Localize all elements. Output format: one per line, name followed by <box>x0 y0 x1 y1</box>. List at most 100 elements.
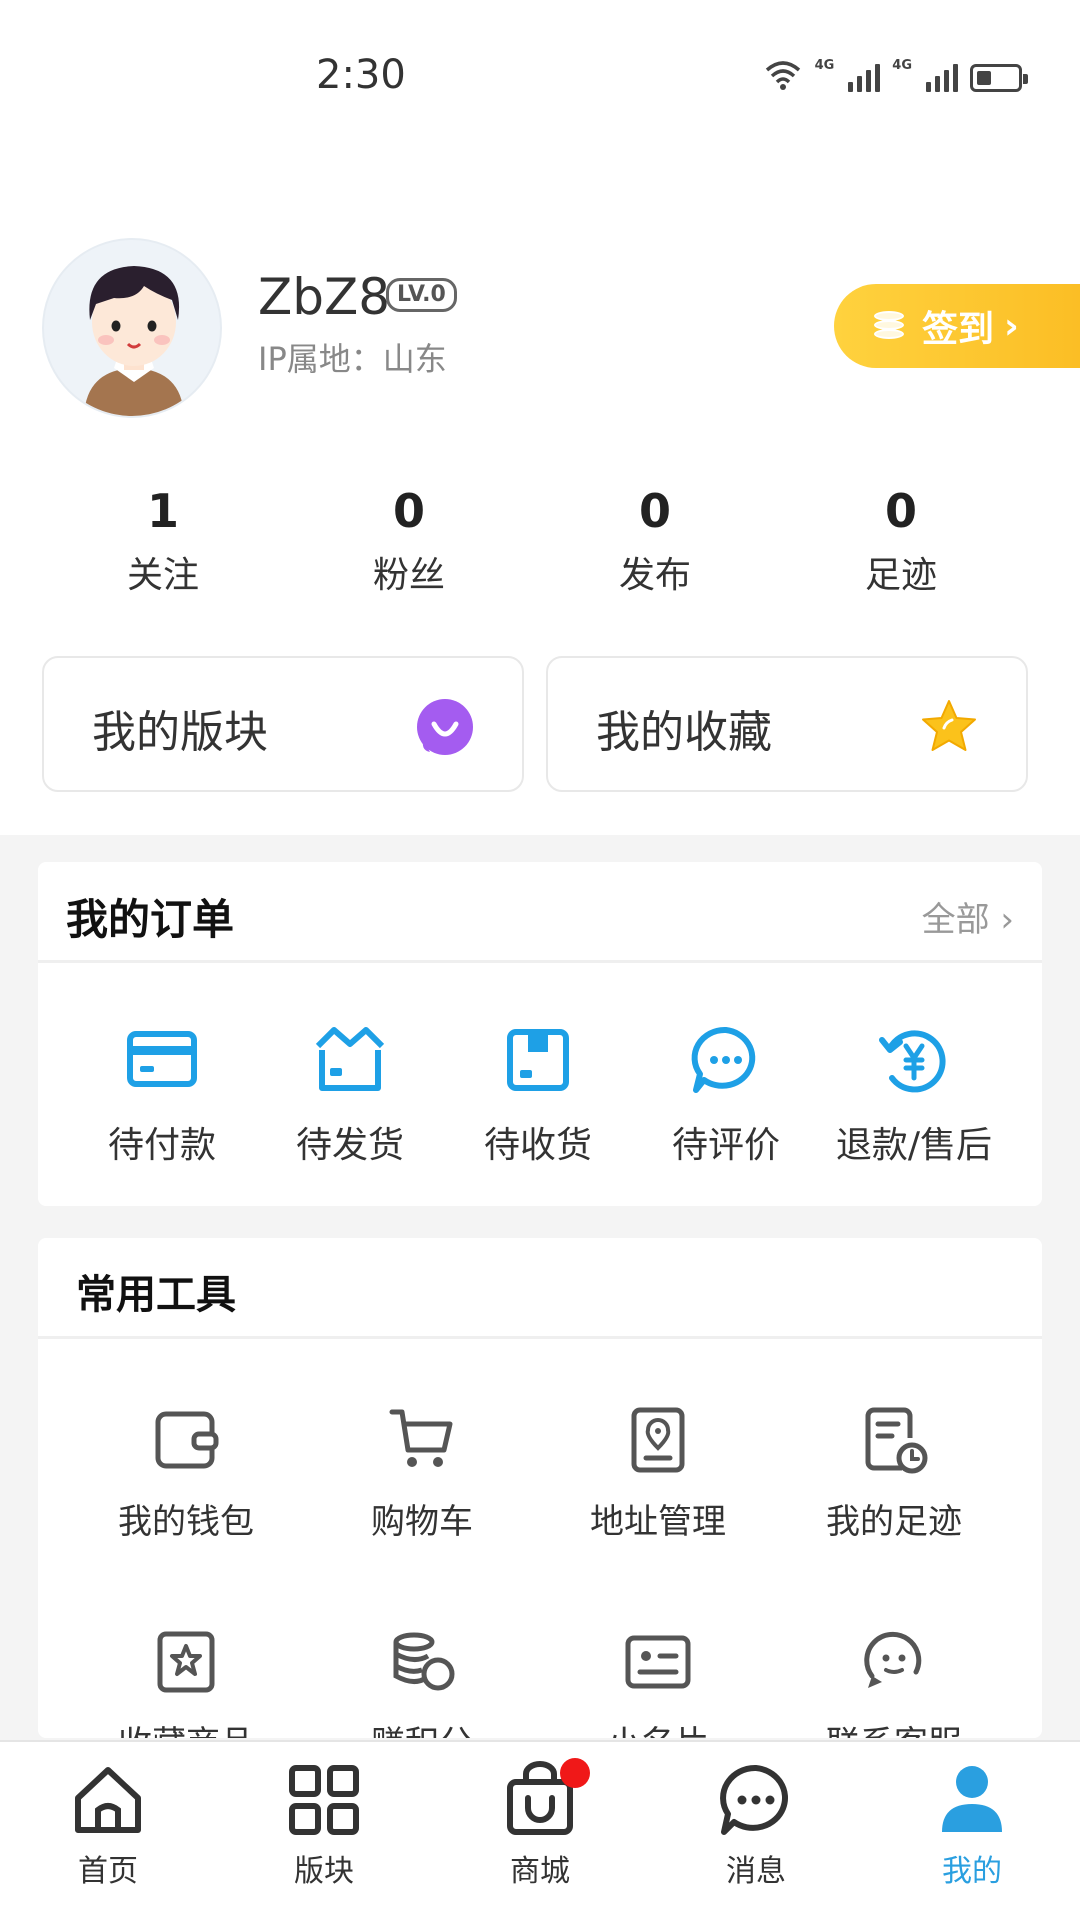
stat-fans[interactable]: 0 粉丝 <box>286 484 532 596</box>
ip-location: IP属地：山东 <box>258 340 447 378</box>
coins-stack-icon <box>874 309 912 343</box>
box-icon <box>507 1029 569 1091</box>
stat-footprints[interactable]: 0 足迹 <box>778 484 1024 596</box>
refund-icon <box>879 1030 946 1093</box>
status-icons: 4G 4G <box>763 58 1028 92</box>
order-label: 待收货 <box>483 1125 592 1166</box>
username: ZbZ8 <box>258 268 391 326</box>
tools-row-2: 收藏商品 赚积分 小名片 <box>38 1626 1042 1738</box>
grid-icon <box>289 1765 359 1835</box>
id-card-icon <box>625 1635 691 1689</box>
tool-customer-service[interactable]: 联系客服 <box>776 1626 1012 1738</box>
tool-label: 我的钱包 <box>118 1502 254 1542</box>
chevron-right-icon: › <box>1004 305 1019 347</box>
smile-bubble-icon <box>417 699 473 755</box>
bottom-nav: 首页 版块 商城 消息 我的 <box>0 1740 1080 1920</box>
network-label-1: 4G <box>814 58 835 73</box>
nav-me[interactable]: 我的 <box>864 1742 1080 1920</box>
stat-following[interactable]: 1 关注 <box>40 484 286 596</box>
stat-label: 关注 <box>126 555 199 596</box>
status-bar: 2:30 4G 4G <box>0 0 1080 160</box>
message-icon <box>720 1764 788 1835</box>
orders-card: 我的订单 全部 › 待付款 待发货 待收货 待评价 退款/售后 <box>38 862 1042 1206</box>
stat-value: 0 <box>392 484 425 538</box>
nav-label: 版块 <box>294 1854 354 1889</box>
stat-label: 足迹 <box>864 555 937 596</box>
tools-row-1: 我的钱包 购物车 地址管理 我的足迹 <box>38 1404 1042 1543</box>
level-badge: LV.0 <box>386 278 457 312</box>
order-status-row: 待付款 待发货 待收货 待评价 退款/售后 <box>38 1022 1042 1168</box>
cart-icon <box>389 1409 453 1467</box>
headset-icon <box>864 1631 922 1688</box>
signin-button[interactable]: 签到 › <box>834 284 1080 368</box>
nav-label: 首页 <box>78 1854 138 1889</box>
avatar-illustration <box>84 266 184 416</box>
nav-messages[interactable]: 消息 <box>648 1742 864 1920</box>
status-time: 2:30 <box>316 52 406 98</box>
network-label-2: 4G <box>892 58 912 73</box>
user-icon <box>942 1766 1002 1832</box>
tool-label: 收藏商品 <box>68 1716 304 1738</box>
location-icon <box>631 1407 685 1473</box>
tools-title: 常用工具 <box>76 1272 236 1318</box>
history-icon <box>865 1407 928 1474</box>
stat-value: 1 <box>146 484 179 538</box>
avatar[interactable] <box>42 238 222 418</box>
tool-footprints[interactable]: 我的足迹 <box>776 1404 1012 1543</box>
profile-header: ZbZ8 LV.0 IP属地：山东 签到 › <box>0 230 1080 430</box>
my-blocks-card[interactable]: 我的版块 <box>42 656 524 792</box>
notification-dot <box>560 1758 590 1788</box>
order-pending-shipment[interactable]: 待发货 <box>256 1022 444 1168</box>
orders-title: 我的订单 <box>66 895 235 944</box>
my-blocks-label: 我的版块 <box>92 707 268 758</box>
order-refund[interactable]: 退款/售后 <box>820 1022 1008 1168</box>
nav-label: 商城 <box>510 1854 570 1889</box>
card-icon <box>127 1031 197 1087</box>
stat-value: 0 <box>884 484 917 538</box>
order-pending-review[interactable]: 待评价 <box>632 1022 820 1168</box>
order-label: 退款/售后 <box>835 1125 993 1166</box>
stat-label: 粉丝 <box>372 555 445 596</box>
nav-label: 消息 <box>726 1854 786 1889</box>
chat-bubble-icon <box>691 1026 756 1093</box>
package-open-icon <box>315 1027 385 1091</box>
signal-icon <box>848 64 881 92</box>
order-label: 待评价 <box>671 1125 780 1166</box>
signal-icon-2 <box>926 64 958 92</box>
my-favorites-card[interactable]: 我的收藏 <box>546 656 1028 792</box>
coins-icon <box>393 1632 455 1691</box>
orders-view-all-link[interactable]: 全部 › <box>922 892 1014 941</box>
battery-icon <box>970 64 1028 92</box>
star-box-icon <box>157 1631 215 1693</box>
home-icon <box>75 1767 141 1833</box>
nav-mall[interactable]: 商城 <box>432 1742 648 1920</box>
divider <box>38 1336 1042 1339</box>
my-favorites-label: 我的收藏 <box>596 707 772 758</box>
tool-wallet[interactable]: 我的钱包 <box>68 1404 304 1543</box>
star-icon <box>922 700 976 751</box>
tool-earn-points[interactable]: 赚积分 <box>304 1626 540 1738</box>
divider <box>38 960 1042 963</box>
tool-label: 小名片 <box>540 1716 776 1738</box>
tool-label: 购物车 <box>371 1502 473 1542</box>
order-label: 待发货 <box>295 1125 404 1166</box>
stat-posts[interactable]: 0 发布 <box>532 484 778 596</box>
order-pending-receipt[interactable]: 待收货 <box>444 1022 632 1168</box>
order-pending-payment[interactable]: 待付款 <box>68 1022 256 1168</box>
stats-row: 1 关注 0 粉丝 0 发布 0 足迹 <box>0 484 1080 596</box>
tool-label: 赚积分 <box>304 1716 540 1738</box>
tool-cart[interactable]: 购物车 <box>304 1404 540 1543</box>
tool-business-card[interactable]: 小名片 <box>540 1626 776 1738</box>
tool-label: 联系客服 <box>776 1716 1012 1738</box>
nav-home[interactable]: 首页 <box>0 1742 216 1920</box>
signin-label: 签到 <box>922 309 995 350</box>
tools-card: 常用工具 我的钱包 购物车 地址管理 我的足迹 <box>38 1238 1042 1738</box>
wifi-icon <box>765 61 800 90</box>
tool-address[interactable]: 地址管理 <box>540 1404 776 1543</box>
stat-label: 发布 <box>618 555 691 596</box>
nav-blocks[interactable]: 版块 <box>216 1742 432 1920</box>
tool-favorite-goods[interactable]: 收藏商品 <box>68 1626 304 1738</box>
nav-label: 我的 <box>942 1854 1002 1889</box>
order-label: 待付款 <box>107 1125 216 1166</box>
stat-value: 0 <box>638 484 671 538</box>
